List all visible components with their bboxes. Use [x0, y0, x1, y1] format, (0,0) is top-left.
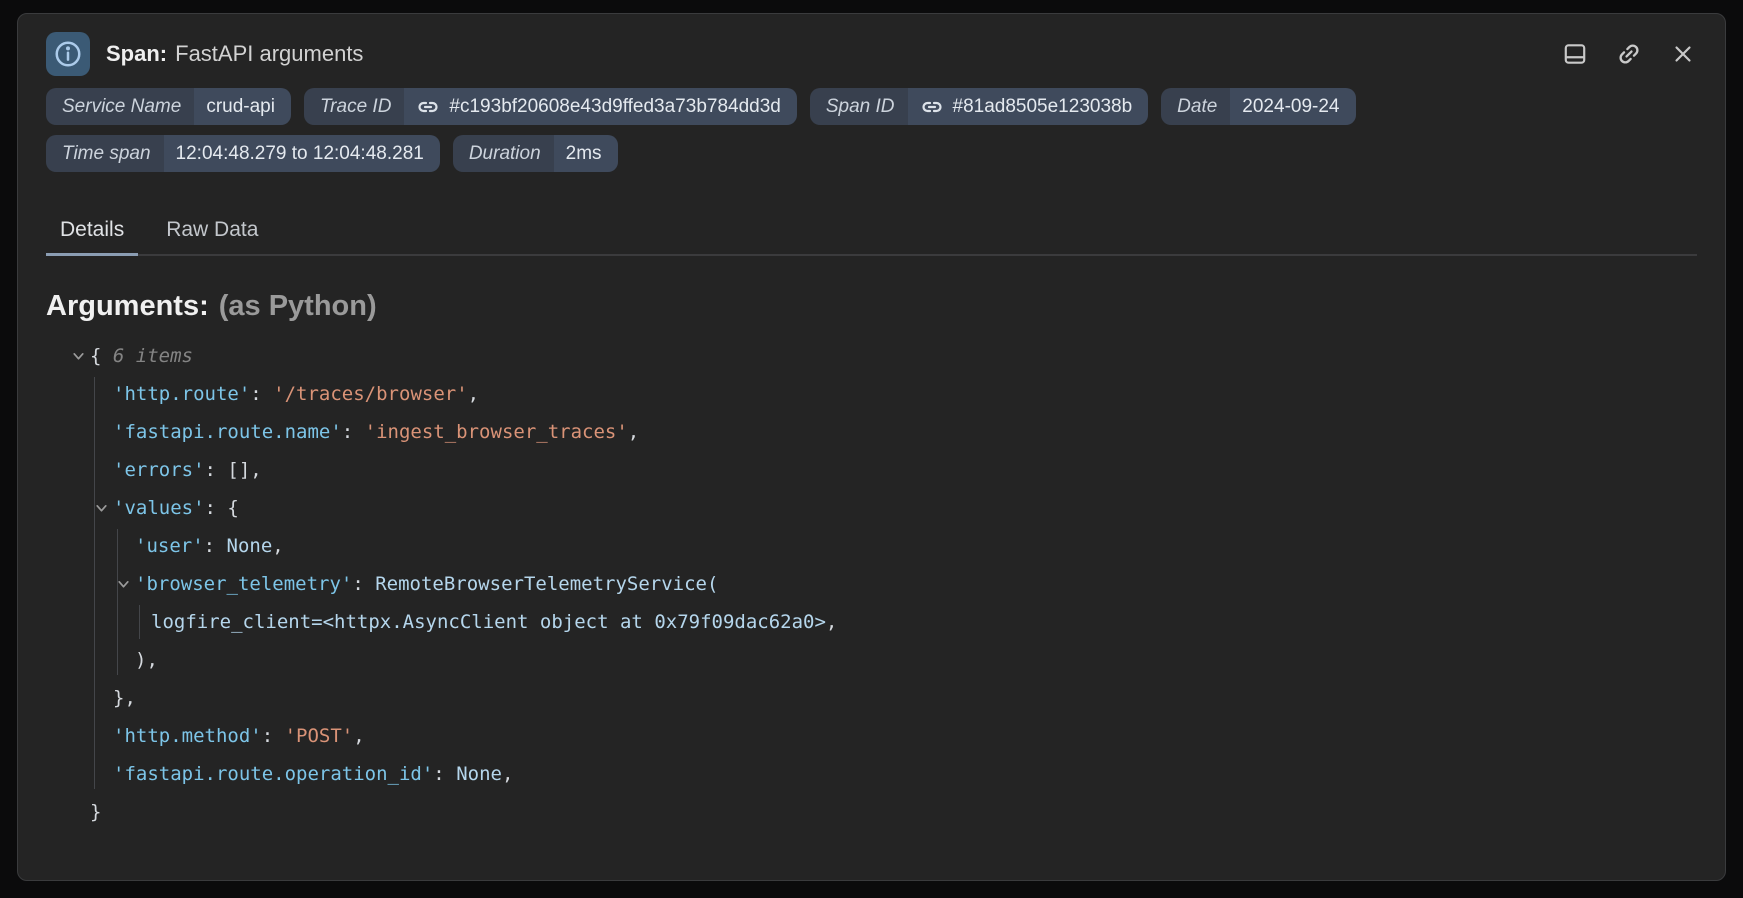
- code-token: 'ingest_browser_traces': [365, 421, 628, 443]
- time-span-badge: Time span 12:04:48.279 to 12:04:48.281: [46, 135, 440, 172]
- code-token: ,: [628, 421, 639, 443]
- chain-link-icon: [920, 95, 944, 119]
- badge-value[interactable]: #c193bf20608e43d9ffed3a73b784dd3d: [404, 88, 796, 125]
- code-token: {: [90, 345, 113, 367]
- code-block: { 6 items'http.route': '/traces/browser'…: [46, 337, 1697, 831]
- code-line: 'values': {: [46, 489, 1697, 527]
- panel-bottom-icon[interactable]: [1561, 40, 1589, 68]
- code-token: RemoteBrowserTelemetryService(: [375, 573, 718, 595]
- badge-value: 12:04:48.279 to 12:04:48.281: [164, 135, 440, 172]
- badge-label: Span ID: [810, 88, 908, 125]
- arguments-heading-text: Arguments:: [46, 290, 209, 322]
- code-token: '/traces/browser': [273, 383, 467, 405]
- collapse-chevron-icon[interactable]: [71, 349, 86, 364]
- code-token: }: [90, 801, 101, 823]
- code-token: 'user': [135, 535, 204, 557]
- badge-value[interactable]: #81ad8505e123038b: [908, 88, 1149, 125]
- code-line: ),: [46, 641, 1697, 679]
- code-token: 'browser_telemetry': [135, 573, 352, 595]
- panel-title-text: FastAPI arguments: [175, 41, 363, 66]
- code-line: 'http.method': 'POST',: [46, 717, 1697, 755]
- link-icon[interactable]: [1615, 40, 1643, 68]
- code-line: }: [46, 793, 1697, 831]
- badge-label: Date: [1161, 88, 1230, 125]
- code-token: ,: [468, 383, 479, 405]
- metadata-badges: Service Name crud-api Trace ID #c193bf20…: [46, 88, 1697, 172]
- code-token: 'POST': [285, 725, 354, 747]
- tab-bar: Details Raw Data: [46, 218, 1697, 256]
- code-line: 'errors': [],: [46, 451, 1697, 489]
- code-token: 'http.route': [113, 383, 250, 405]
- badge-label: Service Name: [46, 88, 194, 125]
- span-id-badge[interactable]: Span ID #81ad8505e123038b: [810, 88, 1148, 125]
- code-line: 'http.route': '/traces/browser',: [46, 375, 1697, 413]
- code-token: ,: [826, 611, 837, 633]
- header-actions: [1561, 40, 1697, 68]
- badge-row-2: Time span 12:04:48.279 to 12:04:48.281 D…: [46, 135, 1697, 172]
- span-id-value: #81ad8505e123038b: [953, 96, 1133, 118]
- code-line: 'fastapi.route.name': 'ingest_browser_tr…: [46, 413, 1697, 451]
- chain-link-icon: [416, 95, 440, 119]
- code-token: ,: [502, 763, 513, 785]
- code-token: ),: [135, 649, 158, 671]
- code-token: : [],: [205, 459, 262, 481]
- trace-id-value: #c193bf20608e43d9ffed3a73b784dd3d: [449, 96, 780, 118]
- arguments-heading: Arguments: (as Python): [46, 290, 1697, 323]
- code-line: { 6 items: [46, 337, 1697, 375]
- badge-value: crud-api: [194, 88, 291, 125]
- tab-raw-data[interactable]: Raw Data: [152, 218, 272, 254]
- code-token: logfire_client=<httpx.AsyncClient object…: [151, 611, 826, 633]
- badge-value: 2ms: [554, 135, 618, 172]
- duration-badge: Duration 2ms: [453, 135, 618, 172]
- code-line: 'user': None,: [46, 527, 1697, 565]
- code-token: :: [262, 725, 285, 747]
- code-token: 'http.method': [113, 725, 262, 747]
- badge-value: 2024-09-24: [1230, 88, 1355, 125]
- info-icon: [46, 32, 90, 76]
- code-token: :: [352, 573, 375, 595]
- code-token: :: [204, 535, 227, 557]
- code-token: ,: [272, 535, 283, 557]
- code-line: 'fastapi.route.operation_id': None,: [46, 755, 1697, 793]
- code-line: 'browser_telemetry': RemoteBrowserTeleme…: [46, 565, 1697, 603]
- code-token: None: [456, 763, 502, 785]
- code-token: },: [113, 687, 136, 709]
- arguments-heading-suffix: (as Python): [219, 290, 377, 322]
- panel-title: Span: FastAPI arguments: [106, 41, 363, 67]
- collapse-chevron-icon[interactable]: [94, 501, 109, 516]
- panel-header: Span: FastAPI arguments: [46, 28, 1697, 80]
- code-token: 'fastapi.route.operation_id': [113, 763, 433, 785]
- badge-label: Trace ID: [304, 88, 404, 125]
- code-token: 6 items: [113, 345, 193, 367]
- code-token: 'values': [113, 497, 205, 519]
- code-line: },: [46, 679, 1697, 717]
- badge-label: Time span: [46, 135, 164, 172]
- trace-id-badge[interactable]: Trace ID #c193bf20608e43d9ffed3a73b784dd…: [304, 88, 797, 125]
- code-token: :: [250, 383, 273, 405]
- code-token: :: [342, 421, 365, 443]
- close-icon[interactable]: [1669, 40, 1697, 68]
- tab-details[interactable]: Details: [46, 218, 138, 254]
- code-token: : {: [205, 497, 239, 519]
- badge-label: Duration: [453, 135, 554, 172]
- span-detail-panel: Span: FastAPI arguments: [17, 13, 1726, 881]
- date-badge: Date 2024-09-24: [1161, 88, 1355, 125]
- code-token: 'errors': [113, 459, 205, 481]
- code-token: ,: [353, 725, 364, 747]
- badge-row-1: Service Name crud-api Trace ID #c193bf20…: [46, 88, 1697, 125]
- collapse-chevron-icon[interactable]: [116, 577, 131, 592]
- code-line: logfire_client=<httpx.AsyncClient object…: [46, 603, 1697, 641]
- code-token: 'fastapi.route.name': [113, 421, 342, 443]
- service-name-badge: Service Name crud-api: [46, 88, 291, 125]
- code-token: None: [227, 535, 273, 557]
- panel-title-kind: Span:: [106, 41, 167, 66]
- code-token: :: [433, 763, 456, 785]
